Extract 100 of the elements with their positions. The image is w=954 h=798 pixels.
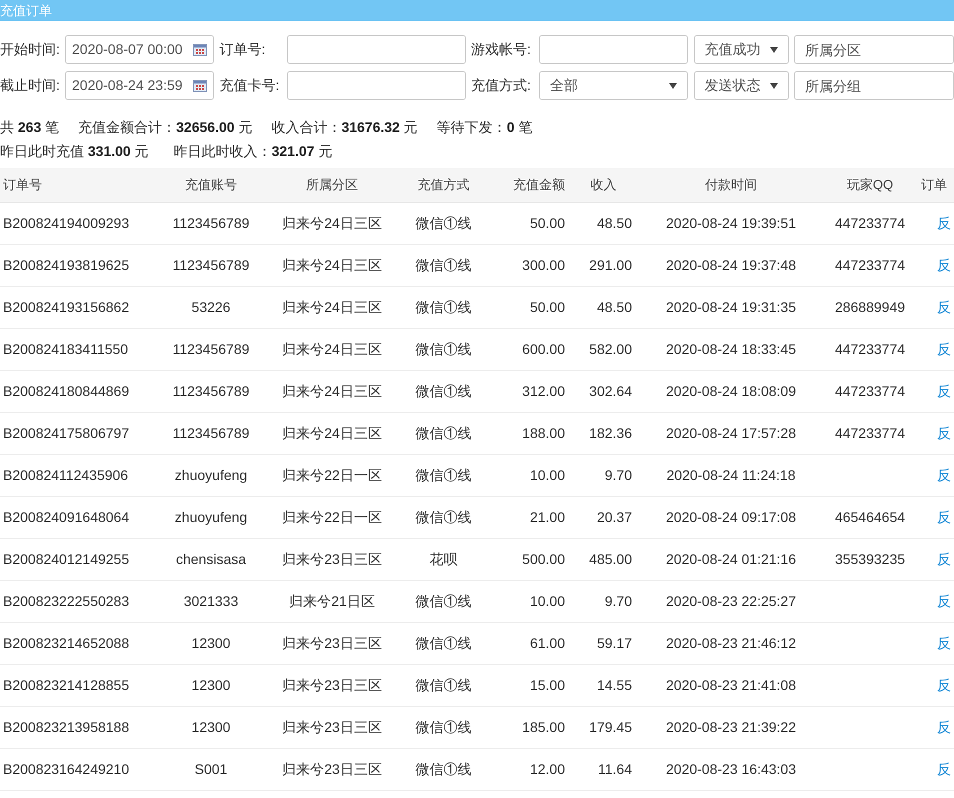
date-field[interactable]: 2020-08-07 00:00 <box>65 35 214 64</box>
table-cell: 微信①线 <box>416 719 472 735</box>
table-cell: zhuoyufeng <box>174 467 248 483</box>
caret-icon <box>770 46 778 52</box>
table-cell: 10.00 <box>530 467 565 483</box>
table-cell: 447233774 <box>834 341 906 357</box>
table-cell: 447233774 <box>834 425 906 441</box>
table-cell: 188.00 <box>522 425 565 441</box>
caret-icon <box>770 82 778 88</box>
table-cell: 微信①线 <box>416 467 472 483</box>
select-dropdown[interactable]: 全部 <box>539 71 688 100</box>
action-link[interactable]: 反 <box>937 215 951 231</box>
input-field[interactable]: 所属分区 <box>794 35 954 64</box>
action-link[interactable]: 反 <box>937 467 951 483</box>
action-link[interactable]: 反 <box>937 719 951 735</box>
summary-text: 昨日此时收入：321.07 元 <box>174 142 332 160</box>
field-label: 订单号: <box>220 40 266 59</box>
table-cell: 归来兮23日三区 <box>282 677 382 693</box>
action-link[interactable]: 反 <box>937 257 951 273</box>
calendar-icon[interactable] <box>193 44 207 56</box>
column-header: 收入 <box>590 176 618 194</box>
table-cell: 355393235 <box>834 551 906 567</box>
table-cell: 12300 <box>192 677 230 693</box>
action-link[interactable]: 反 <box>937 509 951 525</box>
table-cell: 2020-08-24 09:17:08 <box>666 509 796 525</box>
table-cell: 归来兮21日区 <box>289 593 375 609</box>
select-dropdown[interactable]: 发送状态 <box>694 71 788 100</box>
column-header: 充值金额 <box>512 176 566 194</box>
action-link[interactable]: 反 <box>937 551 951 567</box>
action-link[interactable]: 反 <box>937 383 951 399</box>
table-cell: 2020-08-23 22:25:27 <box>666 593 796 609</box>
table-cell: B200824183411550 <box>3 341 128 357</box>
table-cell: 2020-08-24 19:39:51 <box>666 215 796 231</box>
action-link[interactable]: 反 <box>937 593 951 609</box>
page-title: 充值订单 <box>0 4 52 17</box>
table-cell: 9.70 <box>604 467 632 483</box>
select-dropdown[interactable]: 充值成功 <box>694 35 788 64</box>
summary-text: 等待下发：0 笔 <box>436 118 532 136</box>
table-cell: 179.45 <box>589 719 632 735</box>
action-link[interactable]: 反 <box>937 761 951 777</box>
caret-icon <box>669 82 677 88</box>
field-label: 开始时间: <box>0 40 61 59</box>
table-cell: B200824012149255 <box>3 551 130 567</box>
input-field[interactable] <box>286 71 466 100</box>
table-cell: 归来兮24日三区 <box>282 383 382 399</box>
summary-text: 收入合计：31676.32 元 <box>271 118 418 136</box>
table-cell: 2020-08-24 17:57:28 <box>666 425 796 441</box>
table-cell: 21.00 <box>530 509 565 525</box>
input-field[interactable] <box>539 35 688 64</box>
table-cell: 2020-08-24 19:31:35 <box>666 299 796 315</box>
action-link[interactable]: 反 <box>937 677 951 693</box>
table-cell: B200823222550283 <box>3 593 130 609</box>
table-cell: 286889949 <box>834 299 906 315</box>
table-cell: 微信①线 <box>416 215 472 231</box>
column-header: 充值账号 <box>184 176 238 194</box>
calendar-icon[interactable] <box>193 80 207 92</box>
table-cell: B200823164249210 <box>3 761 130 777</box>
summary-text: 昨日此时充值 331.00 元 <box>0 142 149 160</box>
action-link[interactable]: 反 <box>937 635 951 651</box>
table-cell: 2020-08-24 01:21:16 <box>666 551 796 567</box>
table-cell: 20.37 <box>596 509 632 525</box>
table-cell: 48.50 <box>596 299 632 315</box>
table-cell: 归来兮24日三区 <box>282 299 382 315</box>
table-cell: 11.64 <box>598 761 632 777</box>
column-header: 所属分区 <box>305 176 359 194</box>
table-cell: 447233774 <box>834 383 906 399</box>
table-cell: B200824091648064 <box>3 509 130 525</box>
table-cell: 12300 <box>192 719 230 735</box>
column-header: 订单 <box>920 176 948 194</box>
table-cell: 447233774 <box>834 257 906 273</box>
table-cell: 微信①线 <box>416 635 472 651</box>
table-cell: 59.17 <box>596 635 632 651</box>
field-label: 充值方式: <box>471 76 532 95</box>
table-cell: 600.00 <box>522 341 565 357</box>
table-cell: 微信①线 <box>416 761 472 777</box>
table-cell: 2020-08-23 21:41:08 <box>666 677 796 693</box>
action-link[interactable]: 反 <box>937 341 951 357</box>
field-label: 截止时间: <box>0 76 61 95</box>
table-cell: 53226 <box>192 299 230 315</box>
table-cell: 微信①线 <box>416 299 472 315</box>
table-cell: 花呗 <box>430 551 458 567</box>
table-cell: 447233774 <box>834 215 906 231</box>
table-cell: 微信①线 <box>416 341 472 357</box>
table-cell: 300.00 <box>522 257 565 273</box>
table-cell: 2020-08-23 16:43:03 <box>666 761 796 777</box>
input-field[interactable]: 所属分组 <box>794 71 954 100</box>
table-cell: 归来兮24日三区 <box>282 341 382 357</box>
table-cell: B200824193819625 <box>3 257 130 273</box>
action-link[interactable]: 反 <box>937 425 951 441</box>
table-cell: 归来兮24日三区 <box>282 257 382 273</box>
table-cell: 14.55 <box>596 677 632 693</box>
action-link[interactable]: 反 <box>937 299 951 315</box>
table-cell: 微信①线 <box>416 593 472 609</box>
table-cell: 2020-08-24 18:33:45 <box>666 341 796 357</box>
column-header: 玩家QQ <box>846 176 894 194</box>
date-field[interactable]: 2020-08-24 23:59 <box>65 71 214 100</box>
table-cell: chensisasa <box>176 551 246 567</box>
input-field[interactable] <box>286 35 466 64</box>
table-cell: 50.00 <box>530 215 565 231</box>
table-cell: 465464654 <box>834 509 906 525</box>
